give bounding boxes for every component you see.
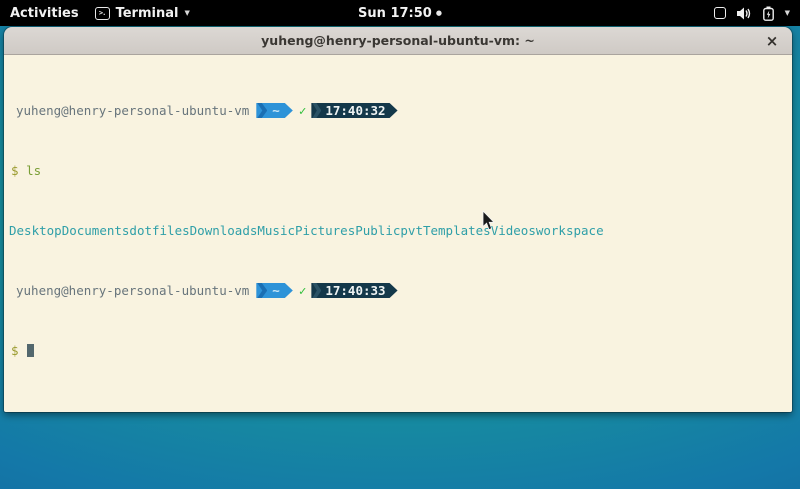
ls-entry: workspace	[536, 223, 604, 238]
terminal-window: yuheng@henry-personal-ubuntu-vm: ~ × yuh…	[4, 27, 792, 412]
ls-entry: Music	[257, 223, 295, 238]
close-button[interactable]: ×	[762, 31, 782, 51]
current-input-line[interactable]: $	[8, 343, 788, 358]
prompt-line-1: yuheng@henry-personal-ubuntu-vm ~ ✓ 17:4…	[8, 103, 788, 118]
prompt-time-segment: 17:40:32	[311, 103, 397, 118]
prompt-user: yuheng@henry-personal-ubuntu-vm	[16, 283, 249, 298]
dollar-sign: $	[8, 163, 19, 178]
prompt-user: yuheng@henry-personal-ubuntu-vm	[16, 103, 249, 118]
ls-entry: Pictures	[295, 223, 355, 238]
ls-entry: Desktop	[9, 223, 62, 238]
clock-area[interactable]: Sun 17:50 ●	[0, 6, 800, 21]
prompt-line-2: yuheng@henry-personal-ubuntu-vm ~ ✓ 17:4…	[8, 283, 788, 298]
spacer	[19, 343, 27, 358]
ls-entry: dotfiles	[129, 223, 189, 238]
ls-entry: Documents	[62, 223, 130, 238]
dollar-sign: $	[8, 343, 19, 358]
command-line: $ ls	[8, 163, 788, 178]
command-text: ls	[26, 163, 41, 178]
ls-output-line: Desktop Documents dotfiles Downloads Mus…	[8, 223, 788, 238]
ls-entry: pvt	[400, 223, 423, 238]
window-titlebar[interactable]: yuheng@henry-personal-ubuntu-vm: ~ ×	[4, 27, 792, 55]
notification-dot: ●	[436, 9, 442, 17]
top-bar: Activities >. Terminal ▼ Sun 17:50 ● ▼	[0, 0, 800, 26]
spacer	[19, 163, 27, 178]
terminal-cursor	[27, 344, 34, 357]
prompt-path-segment: ~	[256, 283, 293, 298]
window-title: yuheng@henry-personal-ubuntu-vm: ~	[261, 33, 535, 48]
prompt-time-segment: 17:40:33	[311, 283, 397, 298]
prompt-path-segment: ~	[256, 103, 293, 118]
prompt-status-icon: ✓	[299, 103, 307, 118]
clock-label: Sun 17:50	[358, 6, 432, 21]
prompt-status-icon: ✓	[299, 283, 307, 298]
terminal-content[interactable]: yuheng@henry-personal-ubuntu-vm ~ ✓ 17:4…	[4, 55, 792, 412]
ls-entry: Public	[355, 223, 400, 238]
ls-entry: Templates	[423, 223, 491, 238]
ls-entry: Videos	[491, 223, 536, 238]
ls-entry: Downloads	[190, 223, 258, 238]
